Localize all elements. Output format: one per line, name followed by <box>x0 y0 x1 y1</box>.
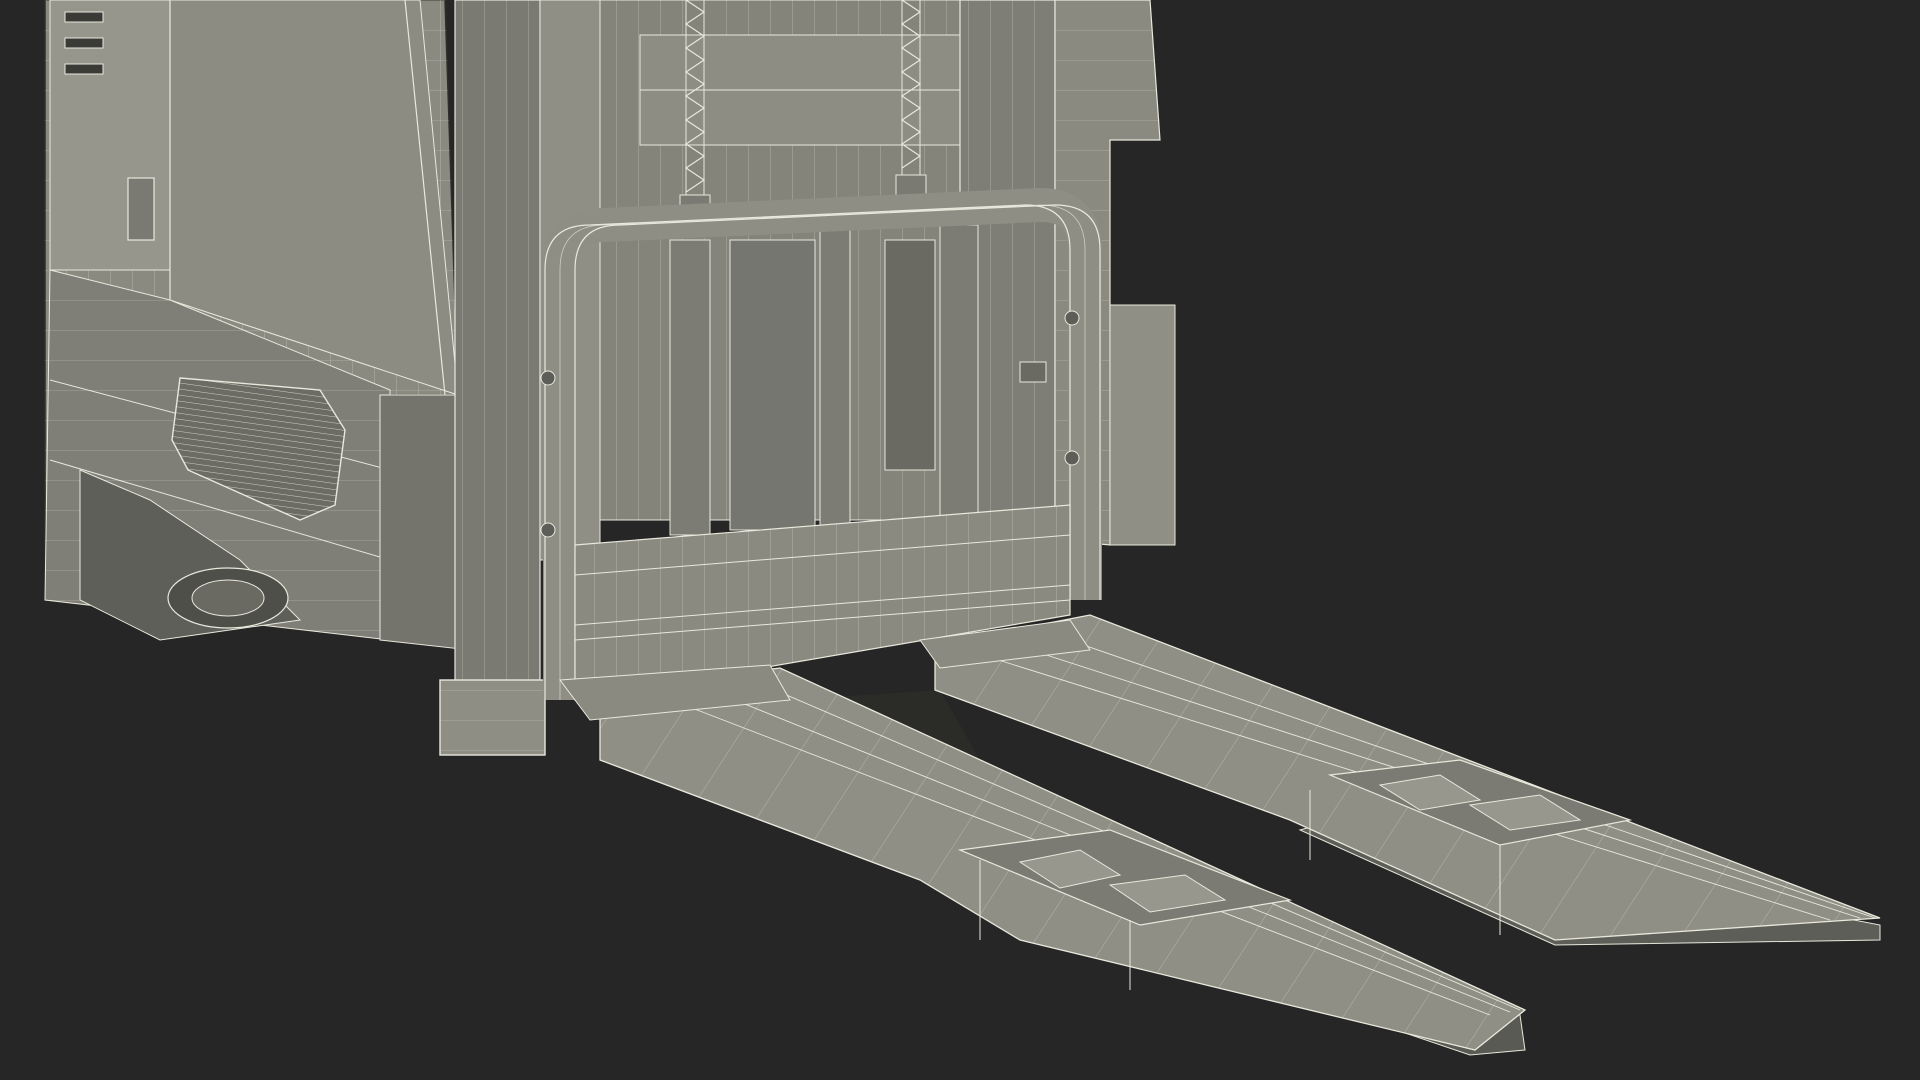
backrest-bar-3 <box>939 224 979 526</box>
frame-bolt <box>1064 450 1080 466</box>
right-side-panel <box>1109 304 1176 546</box>
frame-bolt <box>540 370 556 386</box>
backrest-bar-2 <box>819 229 851 536</box>
side-latch <box>127 177 155 241</box>
frame-clip <box>1019 361 1047 383</box>
backrest-bar-1 <box>669 239 711 536</box>
frame-bolt <box>1064 310 1080 326</box>
wireframe-scene <box>0 0 1920 1080</box>
frame-bolt <box>540 522 556 538</box>
left-body-housing <box>44 0 471 651</box>
vent-slots <box>64 11 104 75</box>
